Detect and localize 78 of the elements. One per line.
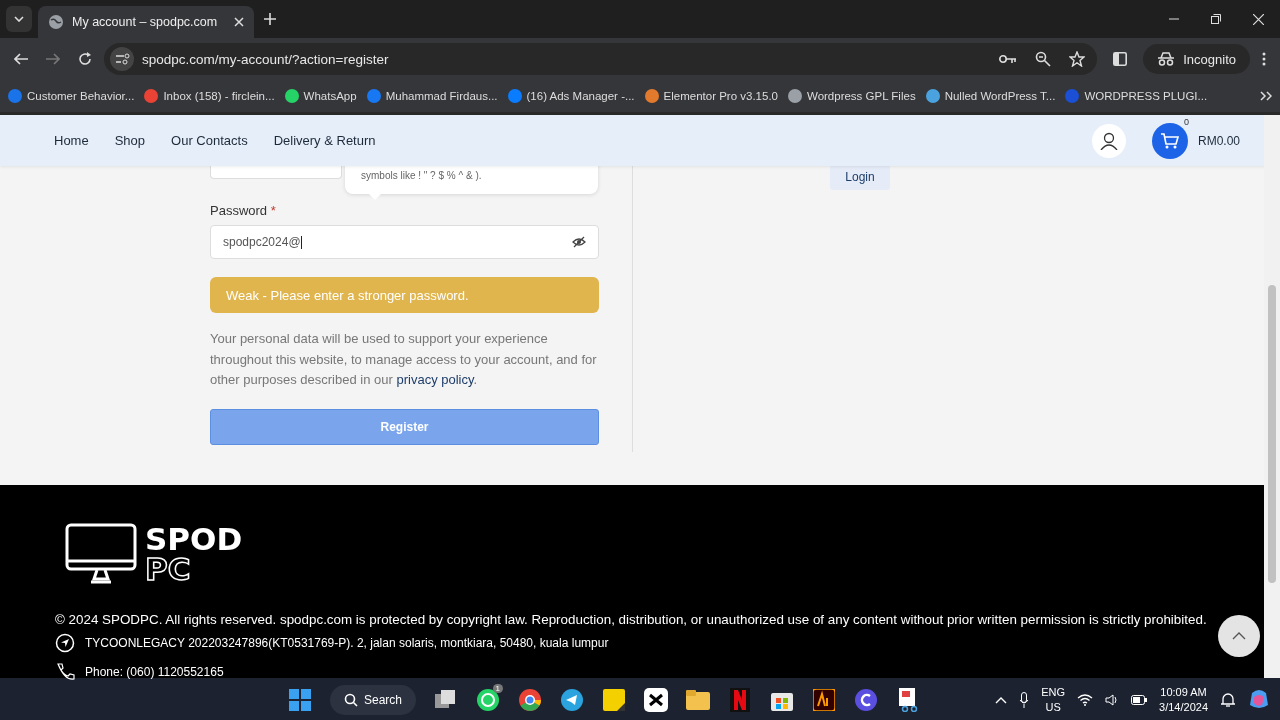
user-icon [1099,131,1118,150]
copyright-text: © 2024 SPODPC. All rights reserved. spodpc.com is protected by copyright law. Reproduction, distribution, or unauthorized use of any content without prior written permission is strictly prohibited. [55,612,1208,627]
chrome-icon[interactable] [518,688,543,712]
search-icon [344,693,358,707]
password-label: Password * [210,203,277,218]
cart-icon [1160,132,1179,149]
n-logo-icon[interactable] [730,688,751,712]
nav-link[interactable]: Delivery & Return [273,133,376,148]
incognito-icon [1157,52,1176,66]
speaker-icon[interactable] [1105,694,1120,706]
restore-icon[interactable] [1211,14,1221,24]
windows-icon[interactable] [289,689,311,711]
tab-search-button[interactable] [6,6,32,32]
zoom-icon[interactable] [1035,51,1052,67]
snipping-tool-icon[interactable] [897,688,920,712]
privacy-notice: Your personal data will be used to support your experience throughout this website, to manage access to your account, and for other purposes described in our privacy policy. [210,330,598,389]
phone-icon [55,663,75,681]
nav-link[interactable]: Shop [114,133,146,148]
address-bar[interactable]: spodpc.com/my-account/?action=register [104,43,1098,75]
url-text: spodpc.com/my-account/?action=register [142,51,390,67]
nav-link[interactable]: Our Contacts [171,133,248,148]
scrollbar[interactable] [1264,115,1280,678]
phone-text: Phone: (060) 1120552165 [85,665,224,679]
task-view-icon[interactable] [435,690,458,710]
browser-tab[interactable]: My account – spodpc.com [38,6,254,38]
battery-icon[interactable] [1131,695,1148,705]
bookmark[interactable]: Inbox (158) - firclein... [144,89,275,103]
bookmark[interactable]: Wordpress GPL Files [788,89,916,103]
reload-icon [78,52,92,66]
search-button[interactable]: Search [330,685,417,715]
site-settings-icon[interactable] [110,47,134,71]
cart-total: RM0.00 [1197,133,1240,148]
forward-arrow-icon [46,53,60,65]
bookmark[interactable]: (16) Ads Manager -... [507,89,635,103]
sticky-note-icon[interactable] [603,689,626,711]
wifi-icon[interactable] [1077,694,1094,706]
chevron-down-icon [14,16,24,22]
login-button[interactable]: Login [830,164,890,190]
incognito-button[interactable]: Incognito [1143,44,1250,74]
illustrator-icon[interactable] [813,689,836,711]
clock[interactable]: 10:09 AM 3/14/2024 [1159,685,1208,715]
privacy-policy-link[interactable]: privacy policy [396,372,474,387]
telegram-icon[interactable] [560,688,585,712]
chevron-up-icon [1232,632,1246,640]
close-icon[interactable] [1253,13,1264,25]
notification-badge: 1 [492,684,504,693]
scissors-icon[interactable] [644,688,669,712]
language-indicator[interactable]: ENG US [1041,685,1066,715]
back-to-top-button[interactable] [1218,615,1260,657]
chevron-up-icon[interactable] [995,696,1008,704]
key-icon[interactable] [999,54,1018,64]
bookmark[interactable]: WhatsApp [284,89,357,103]
eye-slash-icon[interactable] [572,236,586,248]
canva-icon[interactable] [854,688,879,712]
side-panel-icon[interactable] [1113,52,1128,66]
chevron-icon[interactable] [1260,91,1272,101]
microphone-icon[interactable] [1019,692,1030,708]
address-text: TYCOONLEGACY 202203247896(KT0531769-P). 2, jalan solaris, montkiara, 50480, kuala lumpur [85,636,609,650]
whatsapp-icon[interactable] [476,688,501,712]
bookmark[interactable]: Customer Behavior... [8,89,135,103]
input-field[interactable] [210,166,342,179]
bookmark[interactable]: Nulled WordPress T... [925,89,1056,103]
bookmark[interactable]: WORDPRESS PLUGI... [1065,89,1208,103]
nav-link[interactable]: Home [54,133,89,148]
password-strength-message: Weak - Please enter a stronger password. [210,277,599,313]
close-icon[interactable] [234,17,244,27]
notification-bell-icon[interactable] [1220,692,1236,708]
account-button[interactable] [1091,123,1126,158]
password-field[interactable]: spodpc2024@ [210,225,599,259]
copilot-icon[interactable] [1248,689,1270,711]
plus-icon [264,13,276,25]
back-arrow-icon [14,53,28,65]
menu-icon [1262,52,1266,66]
folder-icon[interactable] [686,690,711,710]
bookmark[interactable]: Muhammad Firdaus... [366,89,498,103]
bookmark[interactable]: Elementor Pro v3.15.0 [644,89,778,103]
star-icon[interactable] [1069,51,1086,67]
globe-icon [48,14,64,30]
